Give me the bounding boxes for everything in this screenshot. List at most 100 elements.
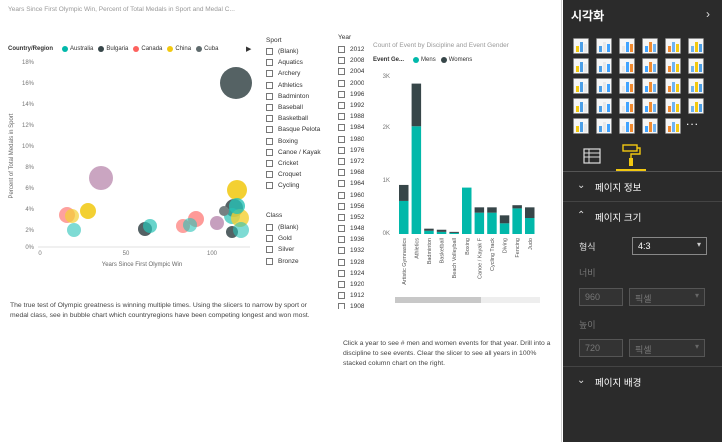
100-stacked-bar-chart-icon[interactable] [665, 38, 681, 54]
bar-womens[interactable] [449, 231, 459, 233]
bar-mens[interactable] [462, 187, 472, 234]
gauge-icon[interactable] [619, 98, 635, 114]
checkbox[interactable] [338, 146, 345, 154]
year-item[interactable]: 1912 [338, 290, 364, 301]
height-unit-select[interactable]: 픽셀 ▾ [629, 339, 705, 357]
area-chart-icon[interactable] [596, 58, 612, 74]
filled-map-icon[interactable] [573, 98, 589, 114]
year-item[interactable]: 2008 [338, 55, 364, 66]
checkbox[interactable] [266, 126, 273, 134]
checkbox[interactable] [338, 135, 345, 143]
section-page-info[interactable]: ⌄ 페이지 정보 [563, 172, 722, 202]
card-icon[interactable] [665, 98, 681, 114]
year-item[interactable]: 1980 [338, 134, 364, 145]
clustered-column-chart-icon[interactable] [642, 38, 658, 54]
checkbox[interactable] [266, 246, 273, 254]
more-visuals-ellipsis-icon[interactable]: ... [686, 114, 699, 128]
sport-item[interactable]: Baseball [266, 102, 321, 113]
year-item[interactable]: 1956 [338, 201, 364, 212]
checkbox[interactable] [338, 303, 345, 309]
bar-womens[interactable] [512, 205, 522, 209]
bar-mens[interactable] [512, 208, 522, 234]
checkbox[interactable] [338, 213, 345, 221]
year-item[interactable]: 1920 [338, 279, 364, 290]
ribbon-chart-icon[interactable] [688, 58, 704, 74]
bar-womens[interactable] [487, 207, 497, 213]
year-item[interactable]: 2000 [338, 78, 364, 89]
r-visual-icon[interactable] [642, 118, 658, 134]
globe-map-icon[interactable] [665, 118, 681, 134]
legend-item-cuba[interactable]: Cuba [196, 46, 218, 52]
line-column-chart-icon[interactable] [642, 58, 658, 74]
checkbox[interactable] [338, 191, 345, 199]
year-item[interactable]: 1908 [338, 301, 364, 309]
checkbox[interactable] [338, 202, 345, 210]
year-item[interactable]: 1952 [338, 212, 364, 223]
checkbox[interactable] [266, 59, 273, 67]
width-unit-select[interactable]: 픽셀 ▾ [629, 288, 705, 306]
pie-chart-icon[interactable] [619, 78, 635, 94]
bar-mens[interactable] [411, 126, 422, 234]
matrix-icon[interactable] [619, 118, 635, 134]
class-item[interactable]: Bronze [266, 256, 299, 267]
sport-item[interactable]: (Blank) [266, 46, 321, 57]
fields-tab-icon[interactable] [583, 147, 601, 165]
bar-womens[interactable] [424, 228, 434, 231]
checkbox[interactable] [266, 235, 273, 243]
checkbox[interactable] [338, 180, 345, 188]
checkbox[interactable] [338, 57, 345, 65]
year-item[interactable]: 1984 [338, 122, 364, 133]
funnel-chart-icon[interactable] [596, 98, 612, 114]
checkbox[interactable] [338, 68, 345, 76]
width-input[interactable]: 960 [579, 288, 623, 306]
bar-mens[interactable] [449, 232, 459, 234]
legend-item-australia[interactable]: Australia [62, 46, 93, 52]
checkbox[interactable] [266, 159, 273, 167]
checkbox[interactable] [266, 70, 273, 78]
checkbox[interactable] [338, 157, 345, 165]
year-item[interactable]: 1988 [338, 111, 364, 122]
sport-item[interactable]: Aquatics [266, 57, 321, 68]
bar-womens[interactable] [474, 207, 485, 213]
bar-mens[interactable] [525, 218, 535, 234]
year-item[interactable]: 1936 [338, 234, 364, 245]
year-item[interactable]: 1932 [338, 245, 364, 256]
bubble-chart[interactable]: Percent of Total Medals in Sport 18% 16%… [0, 56, 252, 271]
legend-item-bulgaria[interactable]: Bulgaria [98, 46, 128, 52]
format-select[interactable]: 4:3 ▾ [632, 237, 707, 255]
checkbox[interactable] [266, 115, 273, 123]
sport-item[interactable]: Boxing [266, 136, 321, 147]
sport-item[interactable]: Basque Pelota [266, 124, 321, 135]
year-item[interactable]: 1968 [338, 167, 364, 178]
year-item[interactable]: 1992 [338, 100, 364, 111]
sport-item[interactable]: Archery [266, 68, 321, 79]
checkbox[interactable] [266, 257, 273, 265]
bar-womens[interactable] [399, 184, 409, 201]
bar-mens[interactable] [424, 230, 434, 234]
year-item[interactable]: 1924 [338, 268, 364, 279]
checkbox[interactable] [266, 81, 273, 89]
kpi-icon[interactable] [688, 98, 704, 114]
collapse-pane-chevron-icon[interactable]: › [706, 7, 710, 21]
section-page-size[interactable]: ⌃ 페이지 크기 [563, 202, 722, 232]
bar-mens[interactable] [436, 231, 447, 234]
year-item[interactable]: 2012 [338, 44, 364, 55]
bar-mens[interactable] [474, 212, 485, 234]
stacked-column-chart-icon[interactable] [596, 38, 612, 54]
donut-chart-icon[interactable] [642, 78, 658, 94]
checkbox[interactable] [338, 102, 345, 110]
year-item[interactable]: 1976 [338, 145, 364, 156]
section-page-background[interactable]: ⌄ 페이지 배경 [563, 366, 722, 396]
checkbox[interactable] [338, 225, 345, 233]
checkbox[interactable] [338, 46, 345, 54]
bar-womens[interactable] [525, 207, 535, 218]
bar-womens[interactable] [499, 215, 510, 224]
waterfall-chart-icon[interactable] [573, 78, 589, 94]
checkbox[interactable] [338, 236, 345, 244]
legend-next-arrow-icon[interactable]: ▶ [246, 45, 251, 53]
legend-item-china[interactable]: China [167, 46, 191, 52]
sport-item[interactable]: Basketball [266, 113, 321, 124]
checkbox[interactable] [338, 90, 345, 98]
checkbox[interactable] [338, 169, 345, 177]
year-item[interactable]: 1996 [338, 89, 364, 100]
